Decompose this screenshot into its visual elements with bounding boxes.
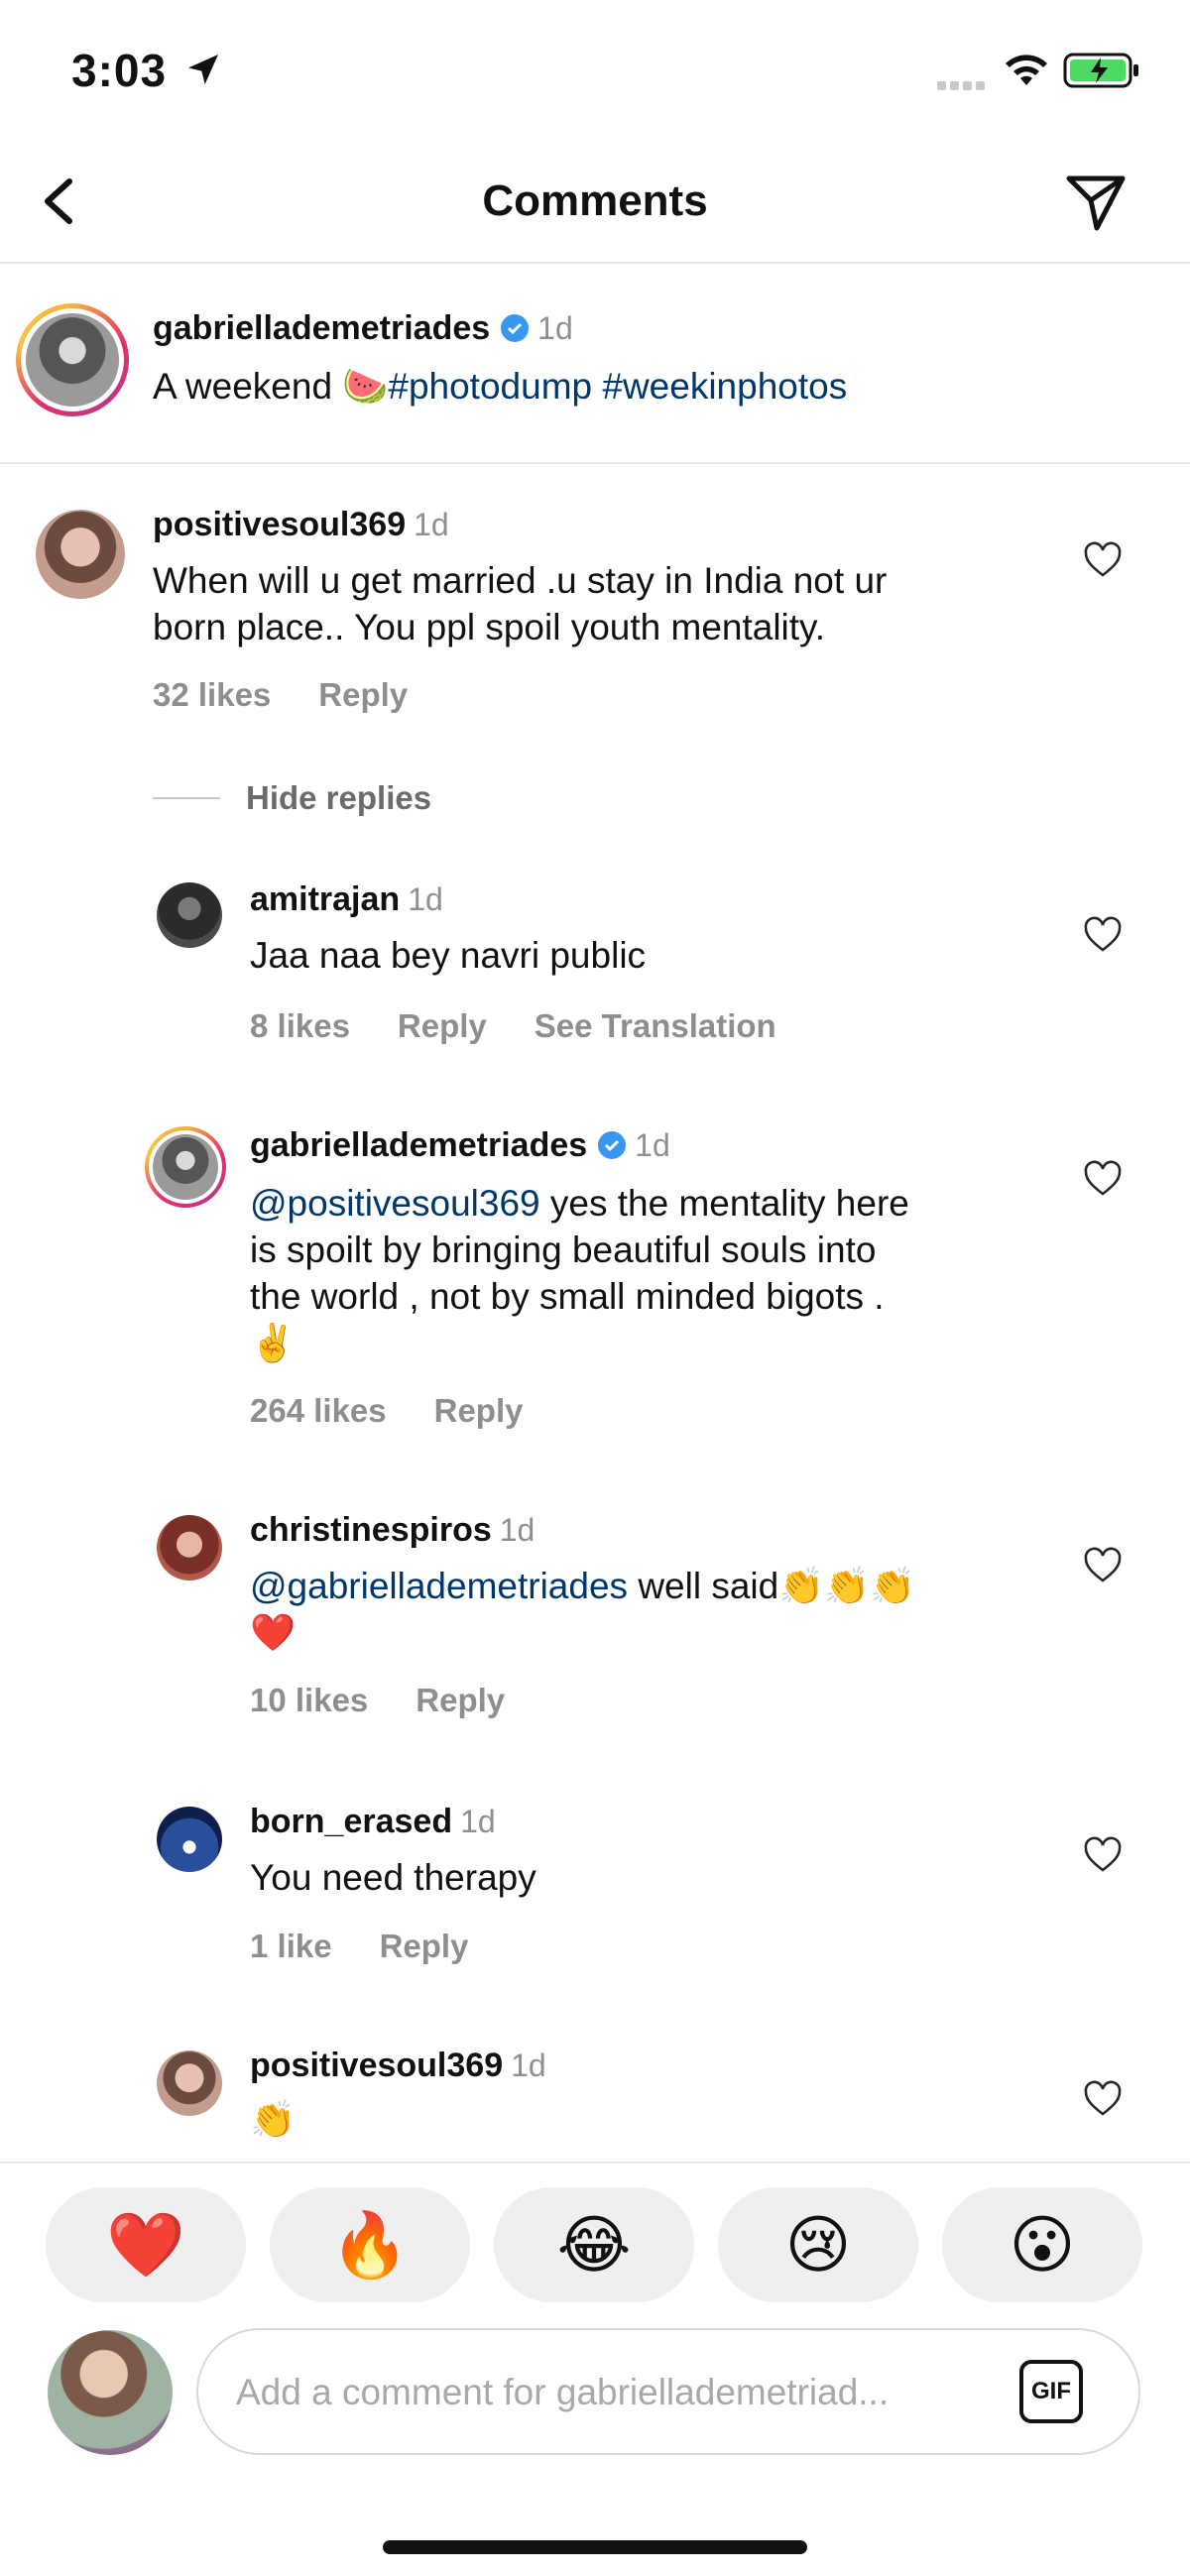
- comment-input[interactable]: [234, 2330, 1012, 2455]
- hide-replies-button[interactable]: Hide replies: [246, 779, 431, 817]
- likes-count[interactable]: 1 like: [250, 1928, 332, 1964]
- reply-username[interactable]: amitrajan: [250, 880, 400, 918]
- location-arrow-icon: [188, 55, 218, 84]
- reply-username[interactable]: gabriellademetriades: [250, 1126, 587, 1164]
- header-divider: [0, 262, 1190, 264]
- post-header: gabriellademetriades 1d: [153, 309, 573, 348]
- reply-actions: 264 likes Reply: [250, 1392, 571, 1430]
- reply-header: born_erased 1d: [250, 1803, 496, 1841]
- reply-text-line: is spoilt by bringing beautiful souls in…: [250, 1229, 877, 1270]
- reply-button[interactable]: Reply: [318, 676, 408, 713]
- mention-link[interactable]: @gabriellademetriades: [250, 1566, 628, 1606]
- reply-actions: 8 likes Reply See Translation: [250, 1007, 824, 1045]
- wifi-icon: [1006, 55, 1047, 85]
- reply-actions: 1 like Reply: [250, 1928, 516, 1965]
- reply-header: gabriellademetriades 1d: [250, 1126, 670, 1165]
- reply-button[interactable]: Reply: [398, 1007, 487, 1044]
- heart-icon[interactable]: [1083, 1547, 1123, 1586]
- reply-username[interactable]: positivesoul369: [250, 2047, 503, 2084]
- post-time: 1d: [537, 310, 573, 346]
- mention-link[interactable]: @positivesoul369: [250, 1183, 540, 1224]
- heart-icon[interactable]: [1083, 2080, 1123, 2120]
- see-translation-button[interactable]: See Translation: [535, 1007, 776, 1044]
- avatar[interactable]: [145, 1126, 226, 1208]
- hide-replies-line: [153, 797, 220, 799]
- reply-text: 👏: [250, 2099, 297, 2140]
- heart-icon[interactable]: [1083, 916, 1123, 956]
- reaction-fire-button[interactable]: 🔥: [270, 2187, 470, 2302]
- comment-header: positivesoul369 1d: [153, 506, 449, 544]
- battery-charging-icon: [1063, 53, 1138, 88]
- comment-actions: 32 likes Reply: [153, 676, 455, 714]
- likes-count[interactable]: 264 likes: [250, 1392, 387, 1429]
- reply-actions: 10 likes Reply: [250, 1682, 552, 1719]
- reply-header: positivesoul369 1d: [250, 2047, 546, 2085]
- reply-header: christinespiros 1d: [250, 1511, 535, 1550]
- reply-text-line: ❤️: [250, 1612, 297, 1653]
- caption-text: A weekend 🍉: [153, 366, 389, 407]
- comment-text-line: born place.. You ppl spoil youth mentali…: [153, 607, 826, 647]
- reply-text-line: @gabriellademetriades well said👏👏👏: [250, 1563, 915, 1609]
- verified-badge-icon: [598, 1131, 627, 1159]
- gif-button[interactable]: GIF: [1019, 2360, 1083, 2423]
- avatar[interactable]: [157, 2050, 222, 2116]
- verified-badge-icon: [501, 314, 530, 342]
- page-title: Comments: [482, 176, 708, 225]
- reply-time: 1d: [511, 2048, 546, 2083]
- reply-text: @positivesoul369 yes the mentality here …: [250, 1180, 909, 1366]
- post-author-avatar[interactable]: [16, 303, 129, 416]
- paper-plane-icon[interactable]: [1061, 167, 1130, 236]
- heart-icon[interactable]: [1083, 541, 1123, 581]
- avatar[interactable]: [157, 1807, 222, 1872]
- comment-input-box[interactable]: GIF: [196, 2328, 1140, 2455]
- reply-text-line: the world , not by small minded bigots .: [250, 1276, 885, 1317]
- avatar[interactable]: [157, 1515, 222, 1581]
- reply-header: amitrajan 1d: [250, 880, 443, 919]
- likes-count[interactable]: 8 likes: [250, 1007, 350, 1044]
- comment-time: 1d: [414, 507, 449, 542]
- avatar[interactable]: [157, 882, 222, 948]
- reaction-laugh-button[interactable]: 😂: [494, 2187, 694, 2302]
- post-username[interactable]: gabriellademetriades: [153, 309, 490, 347]
- signal-strength-icon: [937, 77, 989, 95]
- reply-username[interactable]: christinespiros: [250, 1511, 492, 1549]
- comment-username[interactable]: positivesoul369: [153, 506, 406, 543]
- reply-time: 1d: [499, 1512, 536, 1548]
- reply-time: 1d: [460, 1804, 496, 1839]
- likes-count[interactable]: 10 likes: [250, 1682, 368, 1718]
- caption-hashtags[interactable]: #photodump #weekinphotos: [388, 366, 847, 407]
- home-indicator[interactable]: [383, 2540, 807, 2554]
- current-user-avatar: [48, 2330, 173, 2455]
- reply-text-line: @positivesoul369 yes the mentality here: [250, 1180, 909, 1227]
- reaction-heart-button[interactable]: ❤️: [46, 2187, 246, 2302]
- status-time: 3:03: [71, 45, 168, 96]
- reactions-divider: [0, 2162, 1190, 2164]
- likes-count[interactable]: 32 likes: [153, 676, 271, 713]
- reply-button[interactable]: Reply: [416, 1682, 505, 1718]
- reaction-wow-button[interactable]: 😮: [942, 2187, 1142, 2302]
- reply-text: You need therapy: [250, 1857, 536, 1898]
- comment-text: When will u get married .u stay in India…: [153, 557, 887, 650]
- reply-text: Jaa naa bey navri public: [250, 935, 647, 976]
- caption-divider: [0, 462, 1190, 464]
- reply-button[interactable]: Reply: [380, 1928, 469, 1964]
- reply-button[interactable]: Reply: [434, 1392, 524, 1429]
- heart-icon[interactable]: [1083, 1836, 1123, 1876]
- reply-text-segment: yes the mentality here: [539, 1183, 909, 1224]
- reply-time: 1d: [635, 1127, 670, 1163]
- reply-text-segment: well said👏👏👏: [628, 1566, 916, 1606]
- avatar[interactable]: [36, 510, 125, 599]
- reply-time: 1d: [408, 881, 443, 917]
- comment-text-line: When will u get married .u stay in India…: [153, 560, 888, 601]
- heart-icon[interactable]: [1083, 1160, 1123, 1200]
- reply-text-line: ✌️: [250, 1323, 297, 1363]
- post-caption: A weekend 🍉#photodump #weekinphotos: [153, 363, 847, 410]
- reply-username[interactable]: born_erased: [250, 1803, 452, 1840]
- reaction-cry-button[interactable]: 😢: [718, 2187, 918, 2302]
- reply-text: @gabriellademetriades well said👏👏👏 ❤️: [250, 1563, 915, 1656]
